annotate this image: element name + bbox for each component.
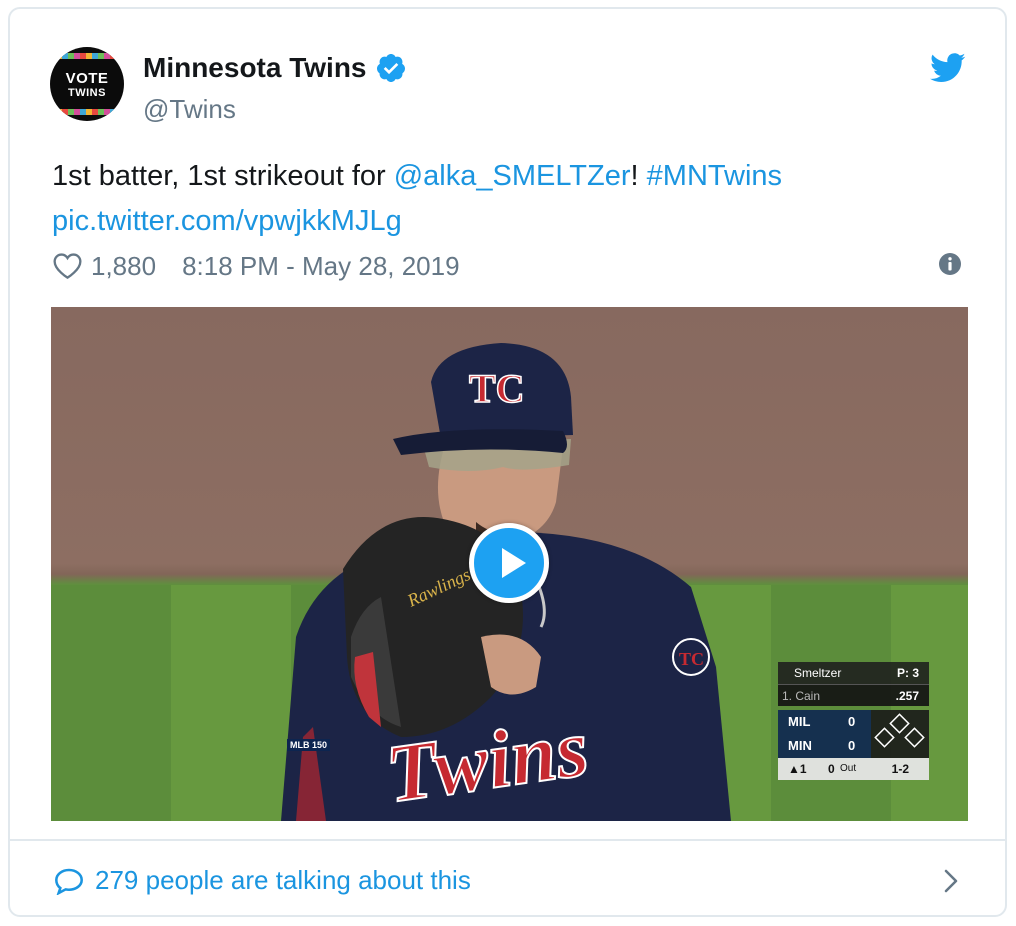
avatar-stripe-bottom (50, 109, 124, 115)
like-count[interactable]: 1,880 (91, 251, 156, 282)
svg-text:TC: TC (469, 366, 525, 411)
ball-strike-count: 1-2 (891, 762, 909, 776)
batter-average: .257 (895, 689, 919, 703)
batter-name: 1. Cain (782, 689, 821, 703)
away-score: 0 (848, 714, 856, 729)
tweet-meta: 1,880 8:18 PM - May 28, 2019 (52, 251, 460, 281)
conversation-link[interactable]: 279 people are talking about this (95, 865, 471, 896)
inning: ▲1 (788, 762, 807, 776)
avatar-stripe-top (50, 53, 124, 59)
scoreboard-status-row: ▲1 0 Out 1-2 (778, 758, 929, 780)
pitch-count: P: 3 (896, 666, 919, 680)
home-score: 0 (848, 738, 856, 753)
info-icon[interactable] (938, 252, 962, 276)
video-player[interactable]: TC Rawlings Twins TC MLB 150 Smeltzer P:… (51, 307, 968, 821)
display-name[interactable]: Minnesota Twins (143, 52, 367, 84)
tweet-text-prefix: 1st batter, 1st strikeout for (52, 160, 394, 192)
home-team: MIN (788, 738, 812, 753)
mlb-150-badge: MLB 150 (287, 739, 331, 751)
scoreboard-overlay: Smeltzer P: 3 1. Cain .257 MIL 0 MIN 0 ▲… (778, 662, 929, 780)
timestamp[interactable]: 8:18 PM - May 28, 2019 (182, 251, 459, 282)
heart-icon[interactable] (52, 252, 83, 280)
home-team-row: MIN 0 (778, 734, 871, 758)
pitcher-name: Smeltzer (794, 666, 842, 680)
outs: 0 (828, 762, 835, 776)
play-button[interactable] (469, 523, 549, 603)
mention-link[interactable]: @alka_SMELTZer (394, 160, 631, 192)
tweet-text-exclaim: ! (630, 160, 639, 192)
tweet-text: 1st batter, 1st strikeout for @alka_SMEL… (52, 154, 952, 244)
avatar-text-twins: TWINS (68, 87, 106, 99)
scoreboard-teams: MIL 0 MIN 0 (778, 710, 871, 758)
embedded-tweet-card: VOTE TWINS Minnesota Twins @Twins 1st ba… (8, 7, 1007, 917)
svg-text:TC: TC (679, 649, 704, 669)
outs-label: Out (840, 763, 857, 774)
display-name-row[interactable]: Minnesota Twins (143, 52, 407, 84)
scoreboard-batter-row: 1. Cain .257 (778, 684, 929, 706)
twitter-bird-icon[interactable] (930, 53, 966, 83)
comment-icon (55, 868, 83, 895)
play-icon (502, 548, 526, 578)
scoreboard-pitcher-row: Smeltzer P: 3 (778, 662, 929, 684)
avatar-text-vote: VOTE (65, 70, 109, 87)
scoreboard-scores: MIL 0 MIN 0 (778, 710, 929, 758)
verified-badge-icon (376, 54, 405, 82)
media-link[interactable]: pic.twitter.com/vpwjkkMJLg (52, 205, 402, 237)
chevron-right-icon[interactable] (944, 869, 958, 893)
bases-diamond-icon (871, 710, 929, 758)
avatar[interactable]: VOTE TWINS (50, 47, 124, 121)
account-handle[interactable]: @Twins (143, 94, 236, 125)
conversation-footer[interactable]: 279 people are talking about this (10, 839, 1005, 915)
away-team: MIL (788, 714, 811, 729)
away-team-row: MIL 0 (778, 710, 871, 734)
hashtag-link[interactable]: #MNTwins (647, 160, 782, 192)
